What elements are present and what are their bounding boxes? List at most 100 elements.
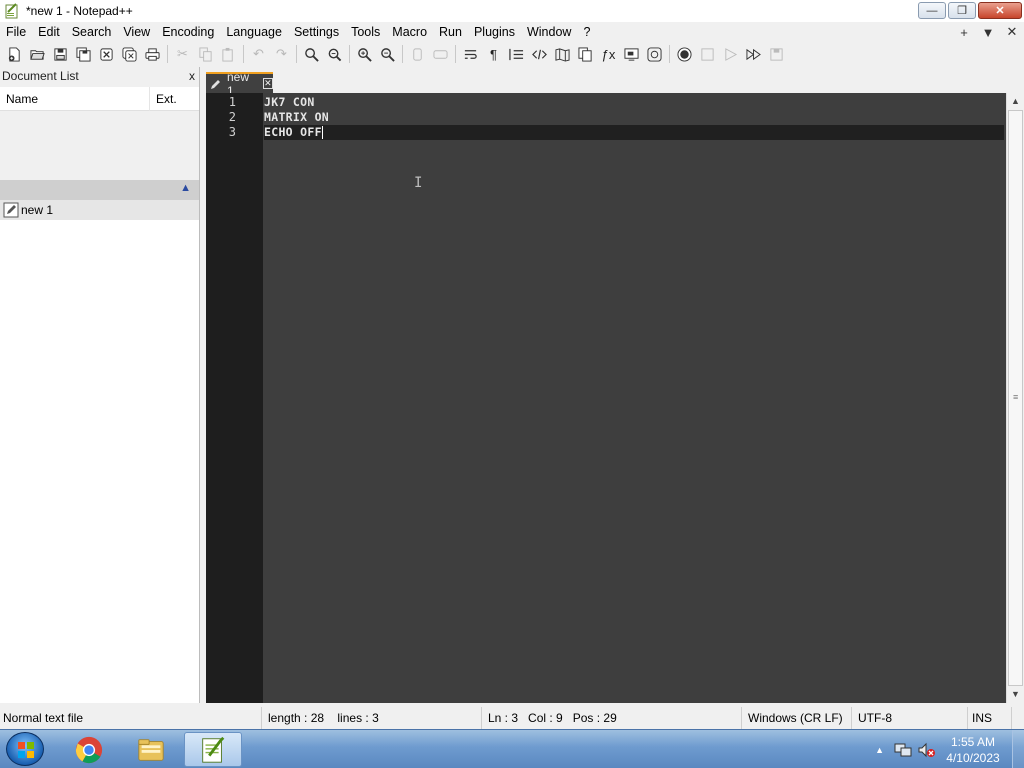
- status-encoding[interactable]: UTF-8: [852, 707, 968, 729]
- document-list-close-button[interactable]: x: [189, 69, 195, 83]
- paste-icon[interactable]: [217, 44, 240, 64]
- record-macro-icon[interactable]: [673, 44, 696, 64]
- text-line-current[interactable]: ECHO OFF: [264, 125, 1004, 140]
- document-list-item[interactable]: new 1: [0, 200, 199, 220]
- menu-run[interactable]: Run: [433, 22, 468, 42]
- document-list-group-header[interactable]: ▲: [0, 180, 199, 200]
- start-button[interactable]: [6, 732, 44, 766]
- folder-workspace-icon[interactable]: [620, 44, 643, 64]
- status-eol[interactable]: Windows (CR LF): [742, 707, 852, 729]
- text-line[interactable]: JK7 CON: [264, 95, 1004, 110]
- save-macro-icon[interactable]: [765, 44, 788, 64]
- tab-list-dropdown[interactable]: ▼: [976, 25, 1000, 40]
- notepadpp-icon: [202, 736, 225, 763]
- tab-close-icon[interactable]: ✕: [262, 78, 273, 89]
- minimize-button[interactable]: —: [918, 2, 946, 19]
- document-list-item-label: new 1: [21, 203, 54, 217]
- maximize-button[interactable]: ❐: [948, 2, 976, 19]
- close-document-button[interactable]: ✕: [1000, 24, 1024, 40]
- menu-bar: File Edit Search View Encoding Language …: [0, 22, 1024, 42]
- document-map-icon[interactable]: [551, 44, 574, 64]
- function-list-icon[interactable]: ƒx: [597, 44, 620, 64]
- menu-file[interactable]: File: [0, 22, 32, 42]
- modified-file-icon: [3, 202, 19, 218]
- replace-icon[interactable]: [323, 44, 346, 64]
- monitoring-icon[interactable]: [643, 44, 666, 64]
- close-button[interactable]: ✕: [978, 2, 1022, 19]
- menu-tools[interactable]: Tools: [345, 22, 386, 42]
- indent-guide-icon[interactable]: [505, 44, 528, 64]
- text-line[interactable]: MATRIX ON: [264, 110, 1004, 125]
- vertical-scrollbar[interactable]: ▲ ≡ ▼: [1006, 93, 1024, 703]
- clock-date: 4/10/2023: [946, 750, 1000, 765]
- zoom-out-icon[interactable]: [376, 44, 399, 64]
- column-header-name[interactable]: Name: [0, 86, 150, 111]
- menu-language[interactable]: Language: [220, 22, 288, 42]
- taskbar-notepadpp[interactable]: [184, 732, 242, 767]
- close-all-icon[interactable]: [118, 44, 141, 64]
- new-file-icon[interactable]: [3, 44, 26, 64]
- clock[interactable]: 1:55 AM 4/10/2023: [942, 734, 1004, 766]
- editor-text[interactable]: JK7 CON MATRIX ON ECHO OFF: [264, 93, 1004, 140]
- editor-tab-bar: new 1 ✕: [206, 67, 1024, 98]
- toolbar-separator: [243, 45, 244, 63]
- file-explorer-icon: [138, 738, 164, 761]
- network-icon[interactable]: [894, 742, 912, 758]
- chrome-icon: [75, 736, 103, 763]
- column-header-ext[interactable]: Ext.: [150, 92, 177, 106]
- open-file-icon[interactable]: [26, 44, 49, 64]
- current-line-text[interactable]: ECHO OFF: [264, 125, 322, 139]
- status-insert-mode[interactable]: INS: [968, 707, 1012, 729]
- toolbar-separator: [455, 45, 456, 63]
- zoom-in-icon[interactable]: [353, 44, 376, 64]
- scroll-up-arrow[interactable]: ▲: [1007, 93, 1024, 110]
- undo-icon[interactable]: ↶: [247, 44, 270, 64]
- word-wrap-icon[interactable]: [459, 44, 482, 64]
- xml-tag-icon[interactable]: [528, 44, 551, 64]
- menu-macro[interactable]: Macro: [386, 22, 433, 42]
- close-file-icon[interactable]: [95, 44, 118, 64]
- status-ln: Ln : 3: [488, 711, 519, 725]
- redo-icon[interactable]: ↷: [270, 44, 293, 64]
- chevron-up-icon[interactable]: ▲: [180, 182, 191, 194]
- menu-search[interactable]: Search: [66, 22, 118, 42]
- scrollbar-thumb[interactable]: ≡: [1008, 110, 1023, 686]
- sync-horizontal-icon[interactable]: [429, 44, 452, 64]
- menu-help[interactable]: ?: [577, 22, 596, 42]
- show-all-chars-icon[interactable]: ¶: [482, 44, 505, 64]
- run-macro-multiple-icon[interactable]: [742, 44, 765, 64]
- playback-macro-icon[interactable]: [719, 44, 742, 64]
- menu-edit[interactable]: Edit: [32, 22, 66, 42]
- document-list-header: Document List x: [0, 67, 199, 84]
- save-icon[interactable]: [49, 44, 72, 64]
- taskbar-file-explorer[interactable]: [124, 732, 178, 767]
- toolbar-separator: [669, 45, 670, 63]
- tab-new-1[interactable]: new 1 ✕: [206, 70, 273, 98]
- menu-settings[interactable]: Settings: [288, 22, 345, 42]
- pencil-icon: [210, 78, 222, 90]
- find-icon[interactable]: [300, 44, 323, 64]
- menu-view[interactable]: View: [117, 22, 156, 42]
- print-icon[interactable]: [141, 44, 164, 64]
- sync-vertical-icon[interactable]: [406, 44, 429, 64]
- windows-logo-icon: [18, 742, 34, 758]
- save-all-icon[interactable]: [72, 44, 95, 64]
- stop-recording-icon[interactable]: [696, 44, 719, 64]
- scrollbar-grip: ≡: [1013, 392, 1019, 402]
- editor-area[interactable]: 1 2 3 JK7 CON MATRIX ON ECHO OFF Ι ▲ ≡ ▼: [206, 93, 1024, 703]
- show-hidden-icons-button[interactable]: ▲: [875, 745, 884, 755]
- menu-plugins[interactable]: Plugins: [468, 22, 521, 42]
- taskbar-chrome[interactable]: [62, 732, 116, 767]
- copy-icon[interactable]: [194, 44, 217, 64]
- menu-encoding[interactable]: Encoding: [156, 22, 220, 42]
- toolbar-separator: [349, 45, 350, 63]
- notepadpp-app-icon: [4, 3, 20, 19]
- menu-window[interactable]: Window: [521, 22, 577, 42]
- scroll-down-arrow[interactable]: ▼: [1007, 686, 1024, 703]
- show-desktop-button[interactable]: [1012, 730, 1024, 768]
- window-title: *new 1 - Notepad++: [26, 4, 133, 18]
- document-list-icon[interactable]: [574, 44, 597, 64]
- add-tab-button[interactable]: +: [952, 25, 976, 40]
- cut-icon[interactable]: ✂: [171, 44, 194, 64]
- volume-muted-icon[interactable]: [918, 742, 936, 758]
